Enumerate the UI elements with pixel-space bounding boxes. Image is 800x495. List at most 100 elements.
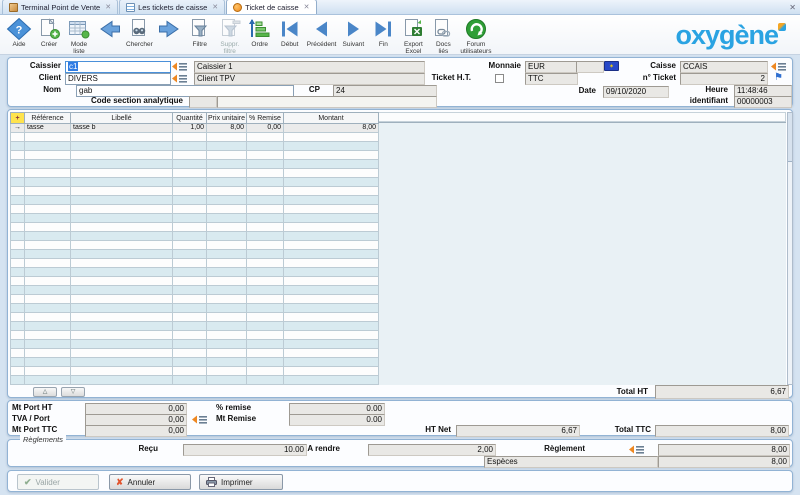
add-line-button[interactable]: + [11, 113, 25, 124]
move-line-up-button[interactable]: △ [33, 387, 57, 397]
empty-line-row[interactable] [11, 241, 379, 250]
tickets-list-icon [126, 3, 135, 12]
ticket-line-cell[interactable]: 8,00 [284, 124, 379, 133]
total-ht-field: 6,67 [655, 385, 789, 399]
ticket-line-cell[interactable]: 1,00 [173, 124, 207, 133]
toolbar-label: Créer [41, 41, 57, 48]
empty-line-row[interactable] [11, 160, 379, 169]
code-section-field[interactable] [217, 96, 437, 108]
ticket-lines-table[interactable]: + Référence Libellé Quantité Prix unitai… [10, 112, 379, 385]
ticket-line-cell[interactable]: → [11, 124, 25, 133]
ticket-line-cell[interactable]: tasse b [71, 124, 173, 133]
empty-line-row[interactable] [11, 187, 379, 196]
docs-lies-button[interactable]: Docsliés [428, 17, 458, 55]
toolbar-label: liés [438, 48, 448, 55]
close-tab-icon[interactable]: ✕ [105, 3, 111, 11]
forum-utilisateurs-button[interactable]: Forumutilisateurs [458, 17, 493, 55]
ticket-line-cell[interactable]: 0,00 [247, 124, 284, 133]
suivant-button[interactable]: Suivant [338, 17, 368, 48]
tab-terminal-point-de-vente[interactable]: Terminal Point de Vente ✕ [2, 0, 118, 14]
empty-line-row[interactable] [11, 268, 379, 277]
tva-lookup-button[interactable] [191, 414, 208, 425]
chercher-icon [126, 17, 152, 41]
empty-line-row[interactable] [11, 232, 379, 241]
tab-bar: Terminal Point de Vente ✕ Les tickets de… [0, 0, 800, 15]
close-tab-icon[interactable]: ✕ [212, 3, 218, 11]
caissier-lookup-button[interactable] [171, 61, 188, 72]
empty-line-row[interactable] [11, 205, 379, 214]
ticket-line-row[interactable]: →tassetasse b1,008,000,008,00 [11, 124, 379, 133]
empty-line-row[interactable] [11, 151, 379, 160]
mode-reglement-field[interactable]: Espèces [484, 456, 658, 468]
caisse-lookup-button[interactable] [770, 61, 787, 72]
window-close-icon[interactable]: ✕ [789, 3, 796, 12]
empty-line-row[interactable] [11, 358, 379, 367]
toolbar-label: utilisateurs [460, 48, 491, 55]
export-excel-icon [400, 17, 426, 41]
tab-les-tickets-de-caisse[interactable]: Les tickets de caisse ✕ [119, 0, 225, 14]
ticket-line-cell[interactable]: 8,00 [207, 124, 247, 133]
export-excel-button[interactable]: ExportExcel [398, 17, 428, 55]
reglement-lookup-button[interactable] [628, 444, 645, 455]
nav-forward-button[interactable] [155, 17, 185, 41]
client-input[interactable]: DIVERS [65, 73, 171, 85]
empty-line-row[interactable] [11, 259, 379, 268]
empty-line-row[interactable] [11, 286, 379, 295]
filtre-button[interactable]: Filtre [185, 17, 215, 48]
empty-line-row[interactable] [11, 277, 379, 286]
ticket-ht-checkbox[interactable] [495, 74, 504, 83]
flag-pennant-icon[interactable]: ⚑ [774, 73, 783, 83]
suppr-filtre-icon [217, 17, 243, 41]
vertical-scrollbar[interactable] [787, 112, 793, 385]
empty-line-row[interactable] [11, 313, 379, 322]
suivant-icon [340, 17, 366, 41]
creer-icon [36, 17, 62, 41]
valider-button[interactable]: ✔ Valider [17, 474, 99, 490]
close-tab-icon[interactable]: ✕ [304, 3, 310, 11]
creer-button[interactable]: Créer [34, 17, 64, 48]
tab-ticket-de-caisse[interactable]: Ticket de caisse ✕ [226, 0, 316, 14]
chercher-button[interactable]: Chercher [124, 17, 155, 48]
caissier-input[interactable]: c1 [65, 61, 171, 73]
aide-button[interactable]: ?Aide [4, 17, 34, 48]
debut-button[interactable]: Début [275, 17, 305, 48]
empty-line-row[interactable] [11, 223, 379, 232]
ticket-line-cell[interactable]: tasse [25, 124, 71, 133]
suppr-filtre-button[interactable]: Suppr.filtre [215, 17, 245, 55]
mt-remise-field[interactable]: 0.00 [289, 414, 385, 426]
empty-line-row[interactable] [11, 196, 379, 205]
scrollbar-thumb[interactable] [788, 113, 792, 162]
empty-line-row[interactable] [11, 340, 379, 349]
total-ht-label: Total HT [568, 387, 648, 397]
caissier-display-field: Caissier 1 [194, 61, 425, 73]
nav-back-button[interactable] [94, 17, 124, 41]
empty-line-row[interactable] [11, 295, 379, 304]
empty-line-row[interactable] [11, 331, 379, 340]
annuler-button[interactable]: ✘ Annuler [109, 474, 191, 490]
check-icon: ✔ [24, 477, 32, 488]
mode-liste-button[interactable]: Modeliste [64, 17, 94, 55]
empty-line-row[interactable] [11, 322, 379, 331]
empty-line-row[interactable] [11, 142, 379, 151]
empty-line-row[interactable] [11, 133, 379, 142]
ordre-button[interactable]: Ordre [245, 17, 275, 48]
move-line-down-button[interactable]: ▽ [61, 387, 85, 397]
empty-line-row[interactable] [11, 349, 379, 358]
caisse-field: CCAIS [680, 61, 768, 73]
oxygene-logo-text: oxygène [675, 22, 778, 48]
reglement-amount-field: 8,00 [658, 444, 790, 456]
empty-line-row[interactable] [11, 367, 379, 376]
fin-button[interactable]: Fin [368, 17, 398, 48]
empty-line-row[interactable] [11, 169, 379, 178]
empty-line-row[interactable] [11, 250, 379, 259]
precedent-button[interactable]: Précédent [305, 17, 339, 48]
lookup-list-icon [171, 73, 188, 84]
reglements-group-title: Règlements [20, 435, 66, 444]
cancel-x-icon: ✘ [116, 477, 124, 488]
empty-line-row[interactable] [11, 214, 379, 223]
empty-line-row[interactable] [11, 304, 379, 313]
client-lookup-button[interactable] [171, 73, 188, 84]
empty-line-row[interactable] [11, 376, 379, 385]
imprimer-button[interactable]: Imprimer [199, 474, 283, 490]
empty-line-row[interactable] [11, 178, 379, 187]
